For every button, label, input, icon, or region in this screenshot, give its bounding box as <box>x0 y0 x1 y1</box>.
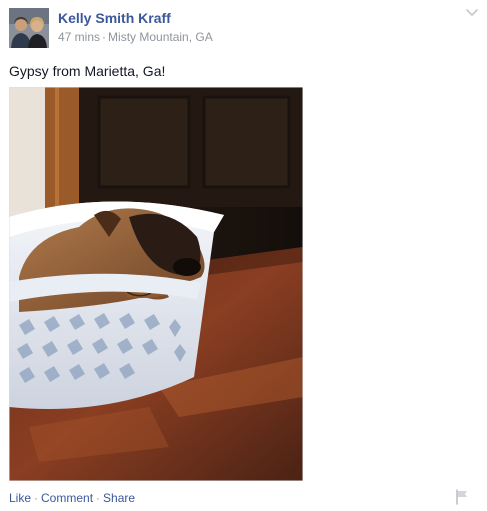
action-separator: · <box>96 491 101 505</box>
chevron-down-icon[interactable] <box>465 8 479 18</box>
author-name[interactable]: Kelly Smith Kraff <box>58 9 213 27</box>
post-location[interactable]: Misty Mountain, GA <box>108 30 213 44</box>
post-header: Kelly Smith Kraff 47 mins · Misty Mountain… <box>9 8 213 48</box>
post-text: Gypsy from Marietta, Ga! <box>9 63 166 79</box>
post-photo[interactable] <box>9 87 303 481</box>
post-meta: Kelly Smith Kraff 47 mins · Misty Mountain… <box>58 9 213 45</box>
post-time[interactable]: 47 mins <box>58 30 100 44</box>
like-link[interactable]: Like <box>9 491 31 505</box>
comment-link[interactable]: Comment <box>41 491 93 505</box>
meta-separator: · <box>102 30 107 44</box>
share-link[interactable]: Share <box>103 491 135 505</box>
post-actions: Like · Comment · Share <box>9 490 135 506</box>
feed-post: Kelly Smith Kraff 47 mins · Misty Mountain… <box>0 0 487 511</box>
flag-icon[interactable] <box>455 489 469 505</box>
avatar[interactable] <box>9 8 49 48</box>
action-separator: · <box>34 491 39 505</box>
post-subline: 47 mins · Misty Mountain, GA <box>58 29 213 45</box>
